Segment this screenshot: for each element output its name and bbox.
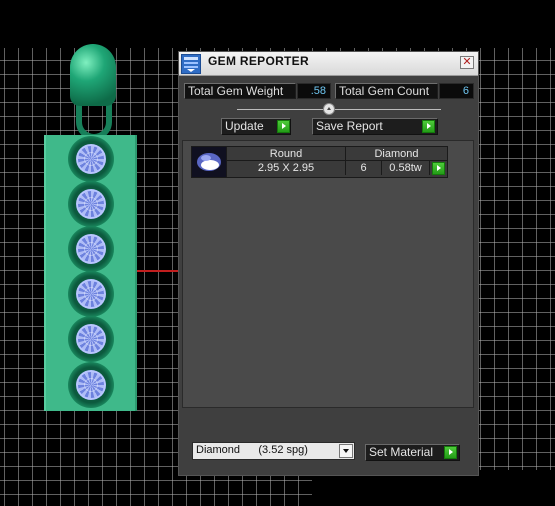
round-diamond[interactable] (76, 324, 106, 354)
panel-titlebar[interactable]: GEM REPORTER ✕ (179, 52, 478, 76)
round-diamond[interactable] (76, 279, 106, 309)
round-gem-icon (192, 147, 227, 177)
update-button[interactable]: Update (221, 118, 291, 135)
total-gem-count-label: Total Gem Count (335, 83, 438, 99)
gem-count: 6 (346, 161, 382, 175)
close-icon[interactable]: ✕ (460, 56, 474, 69)
gem-list-area: Round Diamond 2.95 X 2.95 6 0.58tw (182, 140, 474, 408)
x-axis-line (136, 270, 180, 272)
material-select[interactable]: Diamond (3.52 spg) (192, 442, 355, 460)
gem-material-header: Diamond (346, 147, 447, 161)
size-slider-track[interactable] (237, 109, 441, 110)
panel-title: GEM REPORTER (208, 54, 309, 68)
gem-setting[interactable] (68, 181, 114, 227)
round-diamond[interactable] (76, 370, 106, 400)
chevron-down-icon[interactable] (339, 444, 353, 458)
update-label: Update (225, 119, 264, 133)
viewport-background (0, 0, 555, 48)
green-arrow-icon[interactable] (432, 162, 445, 175)
round-diamond[interactable] (76, 234, 106, 264)
total-gem-weight-value: .58 (297, 83, 331, 99)
gem-size: 2.95 X 2.95 (227, 161, 346, 175)
gem-reporter-panel: GEM REPORTER ✕ Total Gem Weight .58 Tota… (178, 51, 479, 476)
size-slider-knob[interactable] (323, 103, 335, 115)
save-report-label: Save Report (316, 119, 383, 133)
gem-reporter-icon (181, 54, 201, 74)
total-gem-count-value: 6 (439, 83, 474, 99)
round-diamond[interactable] (76, 189, 106, 219)
gem-setting[interactable] (68, 271, 114, 317)
gem-weight: 0.58tw (382, 161, 430, 175)
gem-setting[interactable] (68, 316, 114, 362)
green-arrow-icon (277, 120, 290, 133)
gem-setting[interactable] (68, 226, 114, 272)
material-select-value: Diamond (3.52 spg) (196, 444, 308, 456)
total-gem-weight-label: Total Gem Weight (184, 83, 296, 99)
set-material-label: Set Material (369, 445, 434, 459)
save-report-button[interactable]: Save Report (312, 118, 438, 135)
gem-row[interactable]: Round Diamond 2.95 X 2.95 6 0.58tw (191, 146, 448, 178)
pendant-bail[interactable] (70, 44, 116, 106)
gem-shape-header: Round (227, 147, 346, 161)
green-arrow-icon (444, 446, 457, 459)
round-diamond[interactable] (76, 144, 106, 174)
gem-setting[interactable] (68, 362, 114, 408)
set-material-button[interactable]: Set Material (365, 444, 460, 461)
gem-setting[interactable] (68, 136, 114, 182)
green-arrow-icon (422, 120, 435, 133)
